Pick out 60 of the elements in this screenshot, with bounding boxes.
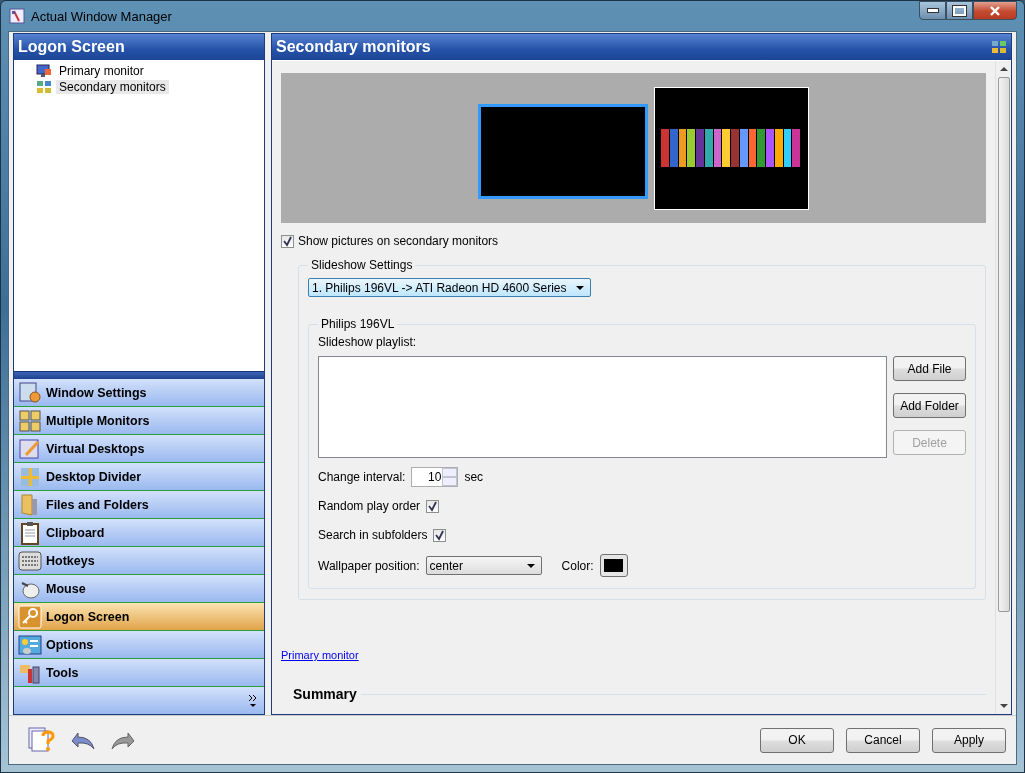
unit-label: sec <box>464 470 484 484</box>
grid-icon[interactable] <box>991 40 1007 54</box>
keyboard-icon <box>18 548 42 573</box>
window-title: Actual Window Manager <box>31 8 172 24</box>
checkbox[interactable] <box>433 528 447 542</box>
primary-monitor-link[interactable]: Primary monitor <box>281 649 359 661</box>
monitor-tile[interactable] <box>478 103 648 199</box>
field-label: Color: <box>561 558 594 573</box>
window-gear-icon <box>18 380 42 405</box>
nav-item[interactable]: Multiple Monitors <box>14 407 264 435</box>
field-label: Wallpaper position: <box>318 558 420 573</box>
clipboard-icon <box>18 520 42 545</box>
checkbox[interactable] <box>426 499 440 513</box>
group-title: Slideshow Settings <box>310 258 414 272</box>
playlist-button[interactable]: Add File <box>893 356 966 381</box>
tree-item[interactable]: Secondary monitors <box>56 80 169 94</box>
key-icon <box>18 604 42 629</box>
chevron-icon[interactable] <box>248 693 258 708</box>
field-label: Change interval: <box>318 470 406 484</box>
playlist-label: Slideshow playlist: <box>318 335 418 349</box>
options-icon <box>18 632 42 657</box>
maximize-button[interactable] <box>946 1 973 20</box>
panel-header: Secondary monitors <box>276 38 431 56</box>
nav-item[interactable]: Hotkeys <box>14 547 264 575</box>
nav-item[interactable]: Files and Folders <box>14 491 264 519</box>
checkbox[interactable] <box>281 234 294 248</box>
checkbox-label: Random play order <box>318 499 421 513</box>
nav-item[interactable]: Mouse <box>14 575 264 603</box>
close-button[interactable] <box>973 1 1017 20</box>
nav-item[interactable]: Logon Screen <box>14 603 264 631</box>
nav-item[interactable]: Tools <box>14 659 264 687</box>
splitter-handle[interactable] <box>14 371 264 379</box>
nav-item[interactable]: Window Settings <box>14 379 264 407</box>
playlist-button[interactable]: Add Folder <box>893 393 966 418</box>
position-dropdown[interactable]: center <box>425 556 542 575</box>
dialog-button[interactable]: Cancel <box>846 727 920 753</box>
dialog-button[interactable]: OK <box>760 727 834 753</box>
checkbox-label: Search in subfolders <box>318 528 428 542</box>
monitor-icon <box>36 64 52 78</box>
checkbox-label: Show pictures on secondary monitors <box>298 234 499 248</box>
scrollbar[interactable] <box>995 61 1011 714</box>
panel-header: Logon Screen <box>14 34 264 60</box>
nav-item[interactable]: Virtual Desktops <box>14 435 264 463</box>
playlist-box[interactable] <box>318 356 887 458</box>
grid-icon <box>18 408 42 433</box>
color-picker[interactable] <box>599 554 628 577</box>
nav-item[interactable]: Desktop Divider <box>14 463 264 491</box>
group-title: Philips 196VL <box>320 317 396 331</box>
close-icon <box>989 5 1001 16</box>
minimize-button[interactable] <box>919 1 946 20</box>
nav-item[interactable]: Options <box>14 631 264 659</box>
app-icon <box>9 8 25 24</box>
monitor-dropdown[interactable]: 1. Philips 196VL -> ATI Radeon HD 4600 Series <box>308 278 592 297</box>
tree-item[interactable]: Primary monitor <box>56 64 147 78</box>
section-heading: Summary <box>293 686 357 702</box>
nav-item[interactable]: Clipboard <box>14 519 264 547</box>
interval-spinner[interactable]: 10 <box>411 467 459 487</box>
monitor-icon <box>36 80 52 94</box>
pencil-window-icon <box>18 436 42 461</box>
dialog-button[interactable]: Apply <box>932 727 1006 753</box>
